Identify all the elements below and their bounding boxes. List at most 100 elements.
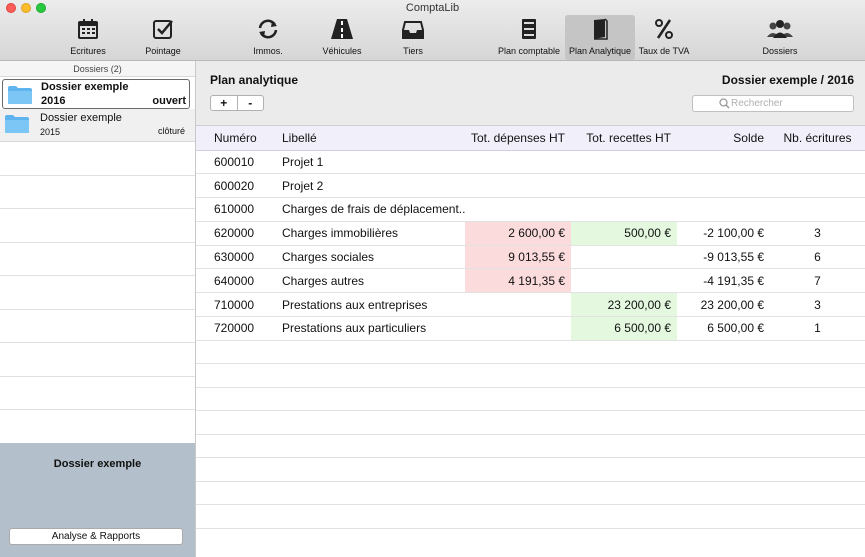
- toolbar-label: Tiers: [403, 46, 423, 56]
- cell-solde: [677, 150, 770, 175]
- add-button[interactable]: +: [211, 96, 237, 110]
- cell-solde: [677, 173, 770, 199]
- dossier-status: clôturé: [157, 126, 185, 136]
- sidebar-empty-row: [0, 343, 195, 377]
- cell-depenses: [465, 150, 571, 175]
- cell-solde: -4 191,35 €: [677, 268, 770, 294]
- table-row[interactable]: 610000 Charges de frais de déplacement..…: [196, 197, 865, 222]
- cell-depenses: 4 191,35 €: [465, 268, 571, 294]
- calendar-icon: [62, 18, 114, 44]
- table-empty-row: [196, 504, 865, 529]
- cell-recettes: [571, 197, 677, 222]
- toolbar-label: Dossiers: [762, 46, 798, 56]
- cell-recettes: [571, 150, 677, 175]
- cell-recettes: 6 500,00 €: [571, 316, 677, 341]
- table-row[interactable]: 710000 Prestations aux entreprises 23 20…: [196, 292, 865, 318]
- cell-libelle: Charges immobilières: [278, 221, 465, 246]
- sidebar-empty-row: [0, 377, 195, 410]
- dossier-name: Dossier exemple: [40, 112, 122, 124]
- table-row[interactable]: 600020 Projet 2: [196, 173, 865, 199]
- window-title: ComptaLib: [405, 2, 460, 14]
- road-icon: [315, 18, 369, 44]
- analyse-rapports-button[interactable]: Analyse & Rapports: [9, 528, 183, 545]
- dossier-item-2016[interactable]: Dossier exemple 2016 ouvert: [2, 79, 190, 109]
- dossier-year: 2016: [41, 95, 66, 107]
- sidebar-empty-row: [0, 176, 195, 209]
- cell-libelle: Charges autres: [278, 268, 465, 294]
- toolbar-label: Véhicules: [322, 46, 362, 56]
- cell-libelle: Charges de frais de déplacement...: [278, 197, 465, 222]
- cell-numero: 610000: [196, 197, 278, 222]
- toolbar-taux-tva-button[interactable]: Taux de TVA: [637, 15, 691, 60]
- add-remove-control: + -: [210, 95, 264, 111]
- column-header-numero[interactable]: Numéro: [196, 126, 278, 151]
- cell-recettes: 500,00 €: [571, 221, 677, 246]
- plan-analytique-table: Numéro Libellé Tot. dépenses HT Tot. rec…: [196, 126, 865, 529]
- dossier-item-2015[interactable]: Dossier exemple 2015 clôturé: [0, 109, 195, 142]
- toolbar-plan-comptable-button[interactable]: Plan comptable: [494, 15, 564, 60]
- cell-depenses: [465, 197, 571, 222]
- column-header-nb-ecritures[interactable]: Nb. écritures: [770, 126, 865, 151]
- cell-recettes: [571, 173, 677, 199]
- cell-nb-ecritures: [770, 173, 865, 199]
- sidebar-empty-row: [0, 310, 195, 343]
- toolbar-plan-analytique-button[interactable]: Plan Analytique: [565, 15, 635, 60]
- people-icon: [754, 18, 806, 44]
- cell-nb-ecritures: 3: [770, 292, 865, 318]
- inbox-icon: [392, 18, 434, 44]
- toolbar-label: Ecritures: [70, 46, 106, 56]
- dossier-panel-title: Dossier exemple: [53, 458, 142, 470]
- sidebar-empty-row: [0, 276, 195, 310]
- table-row[interactable]: 640000 Charges autres 4 191,35 € -4 191,…: [196, 268, 865, 294]
- cell-solde: -9 013,55 €: [677, 245, 770, 270]
- table-empty-row: [196, 340, 865, 365]
- toolbar-immos-button[interactable]: Immos.: [243, 15, 293, 60]
- toolbar-ecritures-button[interactable]: Ecritures: [62, 15, 114, 60]
- sidebar-dossier-panel: Dossier exemple Analyse & Rapports: [0, 443, 195, 557]
- main-panel: Plan analytique Dossier exemple / 2016 +…: [196, 61, 865, 557]
- cell-recettes: [571, 245, 677, 270]
- remove-button[interactable]: -: [236, 96, 264, 110]
- cell-nb-ecritures: 3: [770, 221, 865, 246]
- cell-solde: 6 500,00 €: [677, 316, 770, 341]
- cell-libelle: Charges sociales: [278, 245, 465, 270]
- sidebar: Dossiers (2) Dossier exemple 2016 ouvert…: [0, 61, 196, 557]
- cabinet-icon: [494, 18, 564, 44]
- table-empty-row: [196, 457, 865, 482]
- column-header-libelle[interactable]: Libellé: [278, 126, 465, 151]
- table-header-row: Numéro Libellé Tot. dépenses HT Tot. rec…: [196, 126, 865, 151]
- column-header-recettes[interactable]: Tot. recettes HT: [571, 126, 677, 151]
- table-empty-row: [196, 387, 865, 412]
- toolbar-dossiers-button[interactable]: Dossiers: [754, 15, 806, 60]
- cell-libelle: Prestations aux entreprises: [278, 292, 465, 318]
- percent-icon: [637, 18, 691, 44]
- toolbar-label: Pointage: [145, 46, 181, 56]
- dossier-name: Dossier exemple: [41, 81, 129, 93]
- column-header-solde[interactable]: Solde: [677, 126, 770, 151]
- page-title: Plan analytique: [210, 73, 299, 87]
- cell-depenses: [465, 316, 571, 341]
- cell-nb-ecritures: [770, 197, 865, 222]
- toolbar-label: Plan Analytique: [568, 46, 632, 56]
- toolbar-label: Plan comptable: [497, 46, 561, 56]
- cell-nb-ecritures: 1: [770, 316, 865, 341]
- table-row[interactable]: 620000 Charges immobilières 2 600,00 € 5…: [196, 221, 865, 246]
- sidebar-empty-row: [0, 209, 195, 243]
- cell-numero: 640000: [196, 268, 278, 294]
- toolbar-label: Immos.: [253, 46, 283, 56]
- table-row[interactable]: 720000 Prestations aux particuliers 6 50…: [196, 316, 865, 341]
- search-input[interactable]: Rechercher: [692, 95, 854, 112]
- toolbar-vehicules-button[interactable]: Véhicules: [315, 15, 369, 60]
- toolbar-label: Taux de TVA: [638, 46, 690, 56]
- cell-depenses: [465, 173, 571, 199]
- cell-libelle: Projet 2: [278, 173, 465, 199]
- toolbar-tiers-button[interactable]: Tiers: [392, 15, 434, 60]
- table-row[interactable]: 630000 Charges sociales 9 013,55 € -9 01…: [196, 245, 865, 270]
- main-header: Plan analytique Dossier exemple / 2016 +…: [196, 61, 865, 126]
- sidebar-header: Dossiers (2): [0, 61, 195, 77]
- cell-numero: 620000: [196, 221, 278, 246]
- column-header-depenses[interactable]: Tot. dépenses HT: [465, 126, 571, 151]
- cell-nb-ecritures: 6: [770, 245, 865, 270]
- table-row[interactable]: 600010 Projet 1: [196, 150, 865, 175]
- toolbar-pointage-button[interactable]: Pointage: [137, 15, 189, 60]
